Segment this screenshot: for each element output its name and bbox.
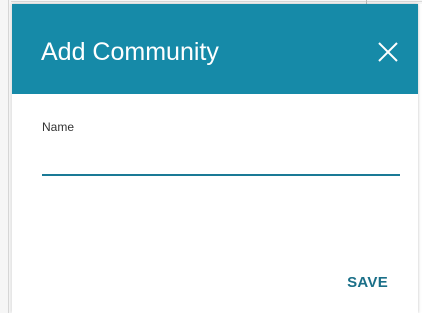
name-field-group: Name xyxy=(42,120,400,176)
close-button[interactable] xyxy=(376,40,400,64)
save-button[interactable]: SAVE xyxy=(347,274,388,291)
add-community-dialog: Add Community Name SAVE xyxy=(12,4,418,313)
name-input[interactable] xyxy=(42,148,400,176)
dialog-title: Add Community xyxy=(41,38,219,66)
page: Add Community Name SAVE xyxy=(0,0,422,313)
close-icon xyxy=(376,40,400,64)
backdrop-divider-line xyxy=(0,1,422,2)
name-field-label: Name xyxy=(42,120,75,134)
dialog-header: Add Community xyxy=(12,4,418,94)
backdrop-left-edge xyxy=(0,0,11,313)
